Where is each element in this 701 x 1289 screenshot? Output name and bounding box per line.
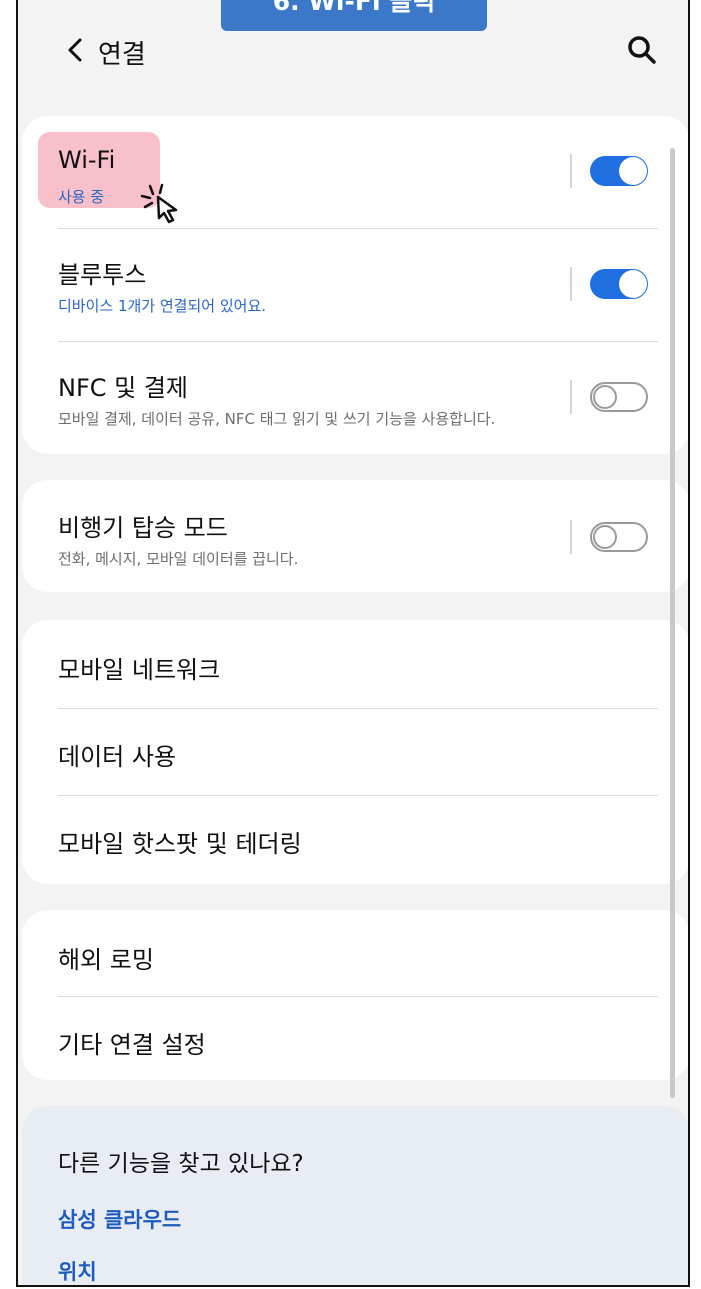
bluetooth-status: 디바이스 1개가 연결되어 있어요. (58, 297, 267, 315)
wifi-title: Wi-Fi (58, 146, 116, 174)
more-settings-label: 기타 연결 설정 (58, 1031, 206, 1059)
suggestion-card: 다른 기능을 찾고 있나요? 삼성 클라우드 위치 (22, 1106, 688, 1285)
wifi-status: 사용 중 (58, 188, 105, 206)
nfc-toggle[interactable] (590, 382, 648, 412)
search-icon[interactable] (624, 32, 660, 68)
data-usage-row[interactable]: 데이터 사용 (22, 709, 688, 795)
roaming-row[interactable]: 해외 로밍 (22, 910, 688, 996)
separator (570, 154, 572, 188)
suggestion-title: 다른 기능을 찾고 있나요? (58, 1151, 304, 1177)
mobile-network-label: 모바일 네트워크 (58, 656, 221, 684)
step-banner-text: 6. Wi-Fi 클릭 (272, 0, 436, 16)
nfc-row[interactable]: NFC 및 결제 모바일 결제, 데이터 공유, NFC 태그 읽기 및 쓰기 … (22, 342, 688, 454)
nfc-title: NFC 및 결제 (58, 374, 189, 402)
roaming-label: 해외 로밍 (58, 946, 154, 974)
step-banner: 6. Wi-Fi 클릭 (221, 0, 487, 31)
wifi-row[interactable]: Wi-Fi 사용 중 (22, 116, 688, 228)
data-usage-label: 데이터 사용 (58, 743, 177, 771)
bluetooth-toggle[interactable] (590, 269, 648, 299)
separator (570, 267, 572, 301)
samsung-cloud-link[interactable]: 삼성 클라우드 (58, 1204, 181, 1234)
more-settings-row[interactable]: 기타 연결 설정 (22, 997, 688, 1080)
roaming-card: 해외 로밍 기타 연결 설정 (22, 910, 688, 1080)
connections-card: Wi-Fi 사용 중 블루투스 디바이스 1개가 연결되어 있어요. NFC 및… (22, 116, 688, 454)
mobile-network-row[interactable]: 모바일 네트워크 (22, 620, 688, 708)
bluetooth-row[interactable]: 블루투스 디바이스 1개가 연결되어 있어요. (22, 229, 688, 341)
hotspot-label: 모바일 핫스팟 및 테더링 (58, 830, 302, 858)
back-arrow-icon[interactable] (60, 32, 90, 68)
nfc-description: 모바일 결제, 데이터 공유, NFC 태그 읽기 및 쓰기 기능을 사용합니다… (58, 410, 496, 428)
separator (570, 520, 572, 554)
location-link[interactable]: 위치 (58, 1256, 97, 1285)
click-cursor-icon (140, 183, 178, 224)
phone-screen: 연결 Wi-Fi 사용 중 블루투스 디바이스 1개가 연결되어 있어요. NF… (16, 0, 690, 1287)
airplane-title: 비행기 탑승 모드 (58, 514, 228, 542)
airplane-row[interactable]: 비행기 탑승 모드 전화, 메시지, 모바일 데이터를 끕니다. (22, 480, 688, 592)
page-title: 연결 (98, 40, 146, 70)
bluetooth-title: 블루투스 (58, 261, 147, 289)
wifi-toggle[interactable] (590, 156, 648, 186)
scrollbar[interactable] (670, 148, 675, 1098)
airplane-card: 비행기 탑승 모드 전화, 메시지, 모바일 데이터를 끕니다. (22, 480, 688, 592)
airplane-description: 전화, 메시지, 모바일 데이터를 끕니다. (58, 550, 299, 568)
network-card: 모바일 네트워크 데이터 사용 모바일 핫스팟 및 테더링 (22, 620, 688, 884)
airplane-toggle[interactable] (590, 522, 648, 552)
hotspot-row[interactable]: 모바일 핫스팟 및 테더링 (22, 796, 688, 884)
separator (570, 380, 572, 414)
